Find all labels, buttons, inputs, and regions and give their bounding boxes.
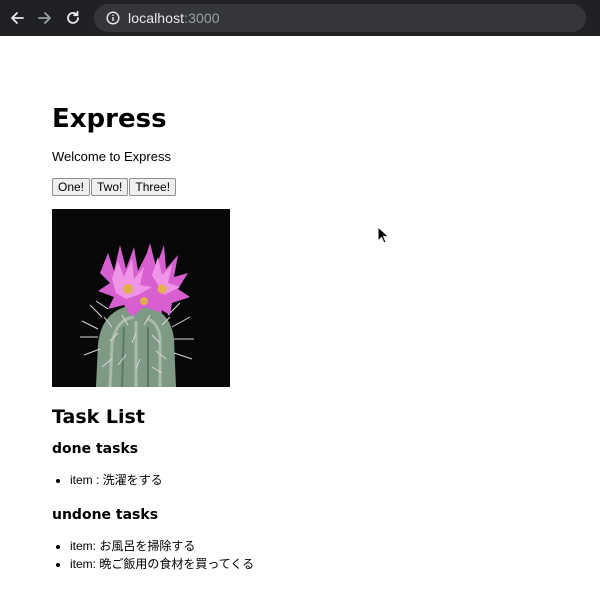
button-group: One! Two! Three! (52, 178, 552, 196)
cactus-image (52, 209, 230, 387)
forward-arrow-icon (37, 10, 53, 26)
list-item: item: お風呂を掃除する (70, 537, 552, 555)
list-item: item : 洗濯をする (70, 471, 552, 489)
url-port: :3000 (184, 10, 220, 26)
welcome-text: Welcome to Express (52, 149, 171, 164)
forward-button[interactable] (34, 7, 56, 29)
page-body: Express Welcome to Express One! Two! Thr… (0, 36, 600, 603)
reload-button[interactable] (62, 7, 84, 29)
done-tasks-heading: done tasks (52, 441, 139, 457)
page-title: Express (52, 104, 167, 134)
undone-tasks-heading: undone tasks (52, 507, 159, 523)
address-bar[interactable]: localhost:3000 (94, 4, 586, 32)
mouse-cursor-icon (377, 226, 390, 244)
three-button[interactable]: Three! (129, 178, 177, 196)
url-text: localhost:3000 (128, 10, 220, 26)
browser-toolbar: localhost:3000 (0, 0, 600, 36)
info-icon[interactable] (106, 11, 120, 25)
back-button[interactable] (6, 7, 28, 29)
undone-task-list: item: お風呂を掃除する item: 晩ご飯用の食材を買ってくる (52, 537, 552, 573)
list-item: item: 晩ご飯用の食材を買ってくる (70, 555, 552, 573)
back-arrow-icon (9, 10, 25, 26)
one-button[interactable]: One! (52, 178, 91, 196)
url-host: localhost (128, 10, 185, 26)
reload-icon (65, 10, 81, 26)
done-task-list: item : 洗濯をする (52, 471, 552, 489)
two-button[interactable]: Two! (91, 178, 129, 196)
page-content: Express Welcome to Express One! Two! Thr… (52, 103, 552, 573)
task-list-heading: Task List (52, 406, 145, 428)
